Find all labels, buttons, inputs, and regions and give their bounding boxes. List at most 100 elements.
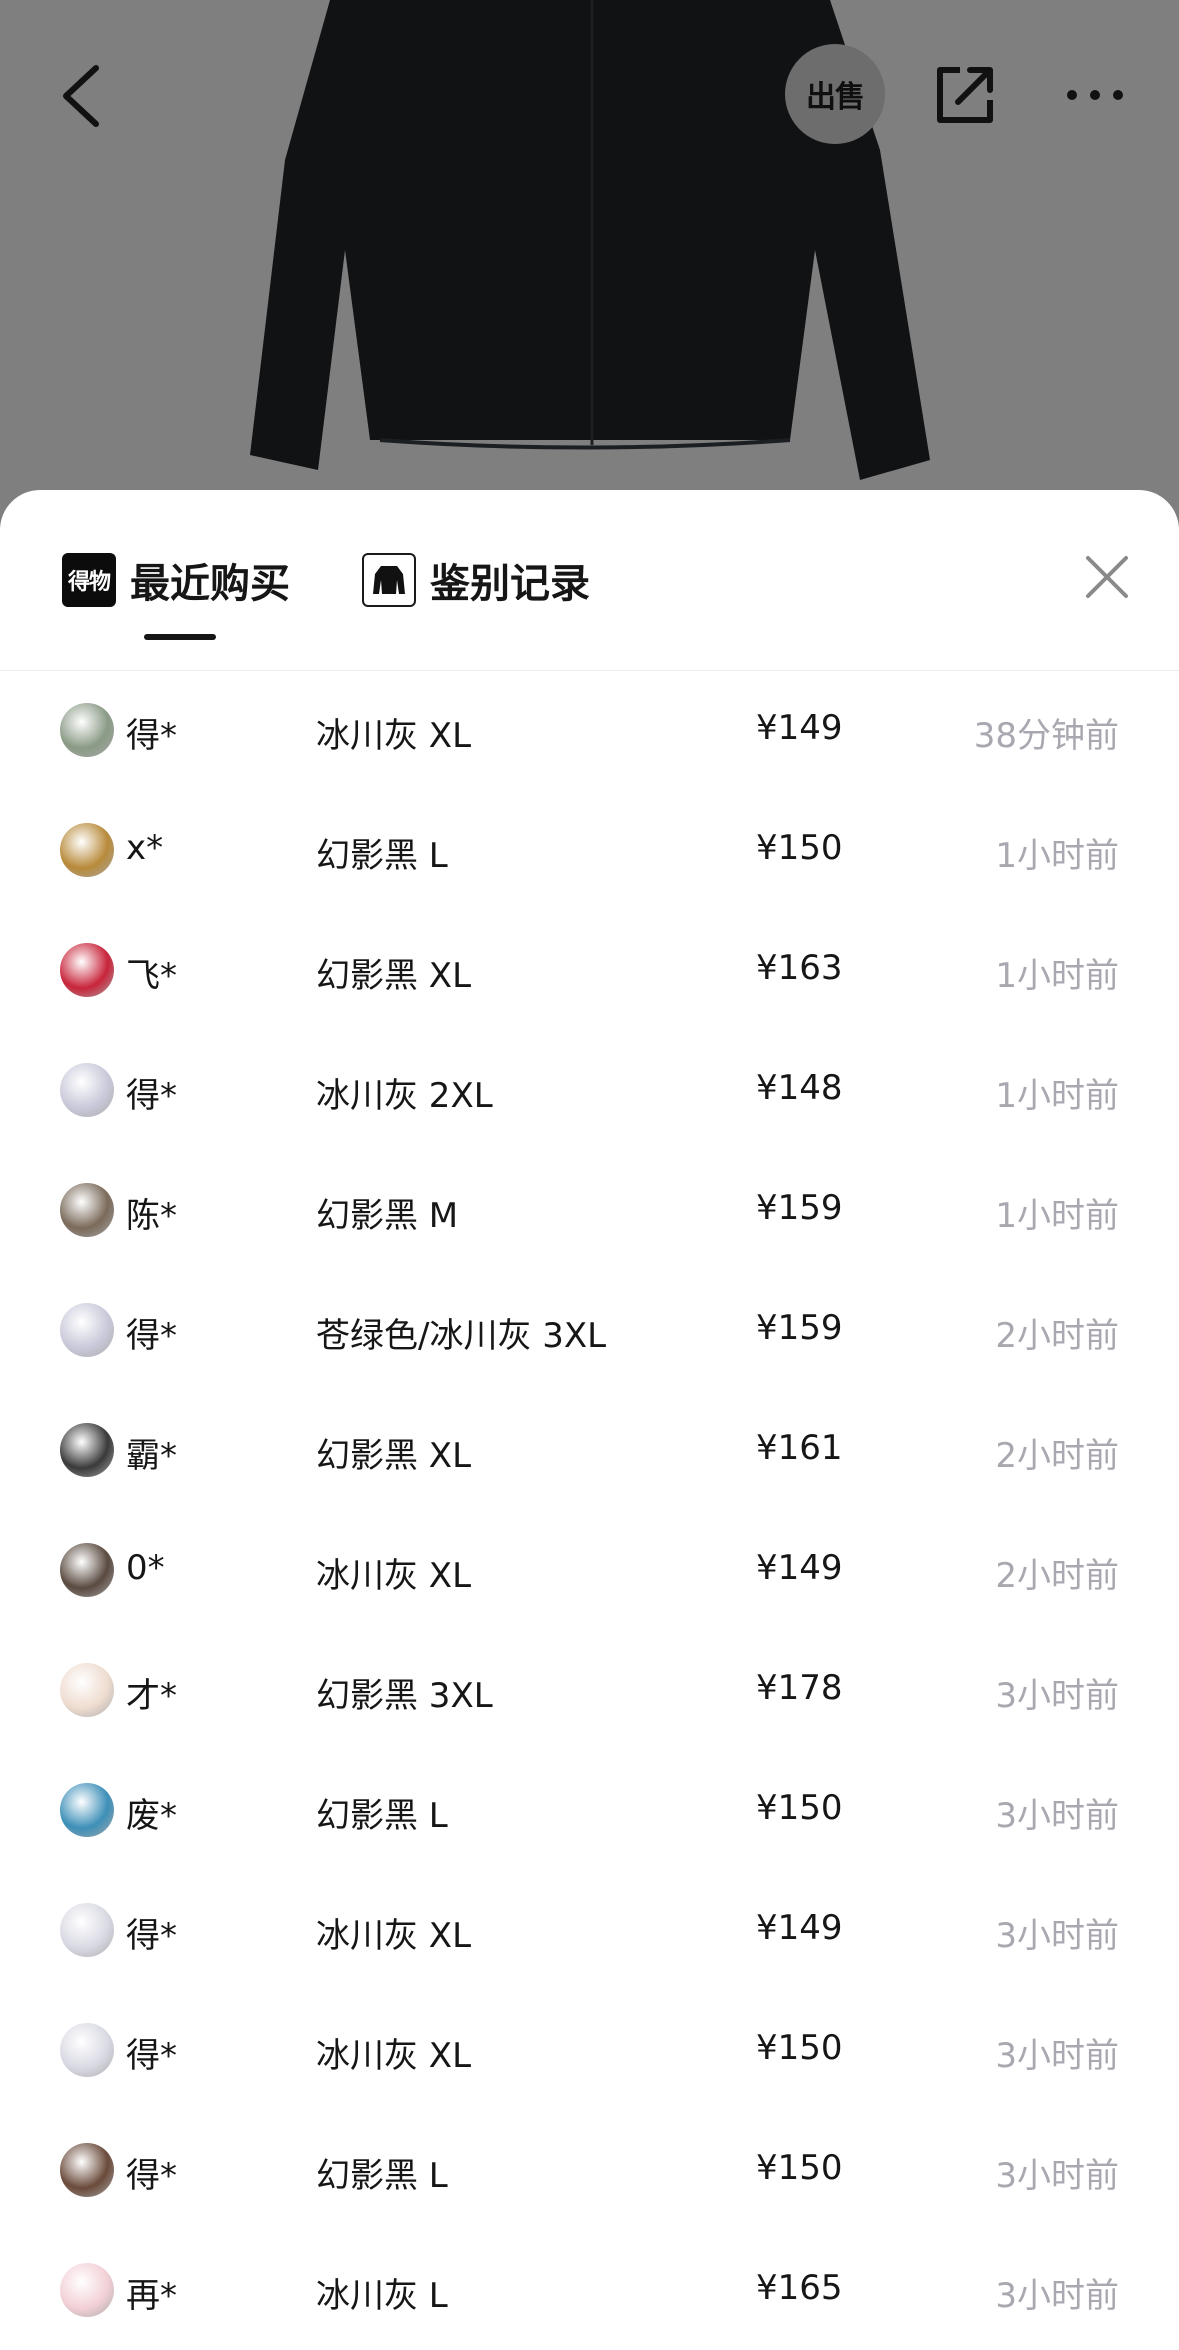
buyer-name: 陈*: [126, 1196, 177, 1236]
item-spec: 冰川灰 XL: [316, 2036, 472, 2076]
item-spec: 冰川灰 2XL: [316, 1076, 493, 1116]
more-icon: [1067, 90, 1123, 100]
purchase-row: 得* 冰川灰 XL ¥149 3小时前: [0, 1870, 1179, 1990]
purchase-row: 陈* 幻影黑 M ¥159 1小时前: [0, 1150, 1179, 1270]
avatar[interactable]: [60, 943, 114, 997]
purchase-time: 1小时前: [995, 956, 1119, 996]
item-spec: 幻影黑 XL: [316, 956, 472, 996]
buyer-name: 得*: [126, 2156, 177, 2196]
purchase-price: ¥159: [756, 1308, 843, 1348]
purchase-row: 得* 幻影黑 L ¥150 3小时前: [0, 2110, 1179, 2230]
purchase-time: 2小时前: [995, 1436, 1119, 1476]
item-spec: 幻影黑 XL: [316, 1436, 472, 1476]
purchase-time: 1小时前: [995, 1076, 1119, 1116]
purchase-price: ¥165: [756, 2268, 843, 2308]
avatar[interactable]: [60, 703, 114, 757]
purchase-price: ¥159: [756, 1188, 843, 1228]
item-spec: 幻影黑 M: [316, 1196, 459, 1236]
recent-purchases-sheet: 得物 最近购买 鉴别记录 得* 冰川灰 XL ¥149 38分钟前 x* 幻影黑…: [0, 490, 1179, 2350]
avatar[interactable]: [60, 1543, 114, 1597]
share-icon: [937, 67, 993, 123]
avatar[interactable]: [60, 1183, 114, 1237]
purchase-row: 得* 苍绿色/冰川灰 3XL ¥159 2小时前: [0, 1270, 1179, 1390]
purchase-time: 38分钟前: [973, 716, 1119, 756]
purchase-time: 2小时前: [995, 1316, 1119, 1356]
avatar[interactable]: [60, 2263, 114, 2317]
sell-button[interactable]: 出售: [785, 44, 885, 144]
dewu-logo-text: 得物: [67, 570, 111, 595]
purchase-price: ¥150: [756, 1788, 843, 1828]
tab-recent-purchases[interactable]: 得物 最近购买: [62, 550, 290, 610]
purchase-price: ¥150: [756, 2148, 843, 2188]
purchase-row: 霸* 幻影黑 XL ¥161 2小时前: [0, 1390, 1179, 1510]
avatar[interactable]: [60, 2143, 114, 2197]
item-spec: 幻影黑 L: [316, 1796, 448, 1836]
product-image: [0, 0, 1179, 520]
purchase-row: 得* 冰川灰 XL ¥150 3小时前: [0, 1990, 1179, 2110]
purchase-time: 3小时前: [995, 1916, 1119, 1956]
close-button[interactable]: [1080, 550, 1134, 604]
item-spec: 幻影黑 L: [316, 836, 448, 876]
buyer-name: 再*: [126, 2276, 177, 2316]
purchase-time: 1小时前: [995, 1196, 1119, 1236]
purchase-price: ¥163: [756, 948, 843, 988]
purchase-row: 才* 幻影黑 3XL ¥178 3小时前: [0, 1630, 1179, 1750]
item-spec: 幻影黑 3XL: [316, 1676, 493, 1716]
purchase-price: ¥161: [756, 1428, 843, 1468]
purchase-row: 飞* 幻影黑 XL ¥163 1小时前: [0, 910, 1179, 1030]
purchase-list: 得* 冰川灰 XL ¥149 38分钟前 x* 幻影黑 L ¥150 1小时前 …: [0, 670, 1179, 2350]
buyer-name: x*: [126, 828, 164, 868]
purchase-time: 3小时前: [995, 2036, 1119, 2076]
purchase-price: ¥149: [756, 1548, 843, 1588]
sell-label: 出售: [806, 80, 865, 115]
buyer-name: 才*: [126, 1676, 177, 1716]
buyer-name: 得*: [126, 716, 177, 756]
purchase-row: 得* 冰川灰 XL ¥149 38分钟前: [0, 670, 1179, 790]
jacket-thumbnail-icon: [362, 553, 416, 607]
item-spec: 苍绿色/冰川灰 3XL: [316, 1316, 607, 1356]
avatar[interactable]: [60, 823, 114, 877]
avatar[interactable]: [60, 1423, 114, 1477]
avatar[interactable]: [60, 1303, 114, 1357]
purchase-time: 3小时前: [995, 1676, 1119, 1716]
jacket-image: [250, 0, 930, 480]
buyer-name: 得*: [126, 1916, 177, 1956]
purchase-time: 3小时前: [995, 2156, 1119, 2196]
purchase-time: 1小时前: [995, 836, 1119, 876]
purchase-row: 得* 冰川灰 2XL ¥148 1小时前: [0, 1030, 1179, 1150]
avatar[interactable]: [60, 1063, 114, 1117]
chevron-left-icon: [63, 65, 99, 127]
purchase-price: ¥150: [756, 828, 843, 868]
tab-label: 鉴别记录: [430, 561, 590, 607]
purchase-time: 3小时前: [995, 2276, 1119, 2316]
tab-authentication-records[interactable]: 鉴别记录: [362, 550, 590, 610]
avatar[interactable]: [60, 1783, 114, 1837]
purchase-price: ¥149: [756, 1908, 843, 1948]
purchase-row: 废* 幻影黑 L ¥150 3小时前: [0, 1750, 1179, 1870]
close-icon: [1086, 556, 1128, 598]
purchase-price: ¥150: [756, 2028, 843, 2068]
item-spec: 冰川灰 XL: [316, 1556, 472, 1596]
item-spec: 冰川灰 XL: [316, 716, 472, 756]
buyer-name: 0*: [126, 1548, 165, 1588]
purchase-price: ¥148: [756, 1068, 843, 1108]
active-tab-indicator: [144, 634, 216, 640]
purchase-row: 0* 冰川灰 XL ¥149 2小时前: [0, 1510, 1179, 1630]
buyer-name: 飞*: [126, 956, 177, 996]
item-spec: 冰川灰 XL: [316, 1916, 472, 1956]
share-button[interactable]: [930, 60, 1000, 130]
avatar[interactable]: [60, 1903, 114, 1957]
avatar[interactable]: [60, 2023, 114, 2077]
buyer-name: 废*: [126, 1796, 177, 1836]
item-spec: 冰川灰 L: [316, 2276, 448, 2316]
purchase-row: 再* 冰川灰 L ¥165 3小时前: [0, 2230, 1179, 2350]
back-button[interactable]: [52, 58, 112, 134]
purchase-time: 3小时前: [995, 1796, 1119, 1836]
purchase-price: ¥178: [756, 1668, 843, 1708]
buyer-name: 得*: [126, 1076, 177, 1116]
tab-bar: 得物 最近购买 鉴别记录: [0, 490, 1179, 671]
purchase-price: ¥149: [756, 708, 843, 748]
more-button[interactable]: [1060, 70, 1130, 120]
buyer-name: 得*: [126, 1316, 177, 1356]
avatar[interactable]: [60, 1663, 114, 1717]
